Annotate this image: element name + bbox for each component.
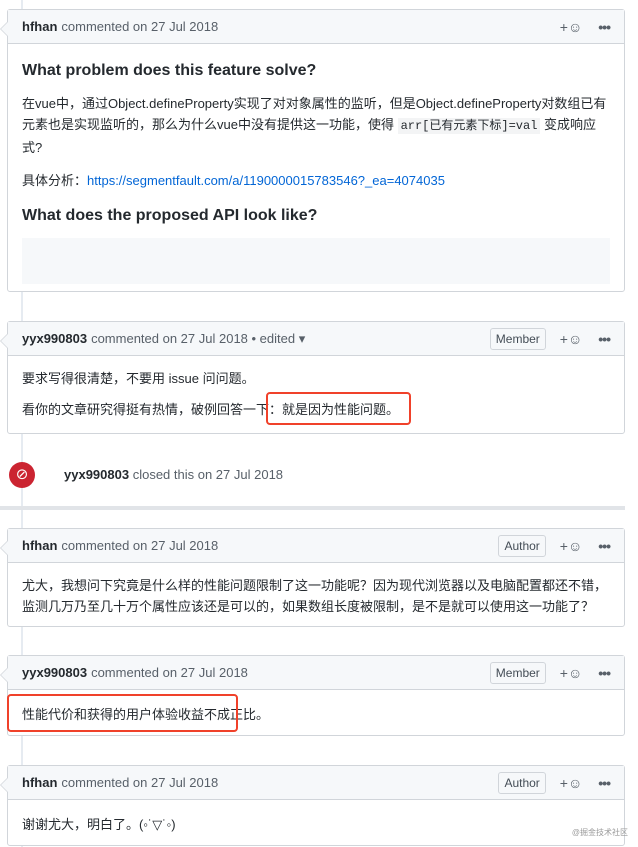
comment-header: hfhan commented on 27 Jul 2018 Author +☺ ••…	[8, 529, 624, 563]
author-badge: Author	[498, 771, 546, 794]
more-options-icon[interactable]: •••	[598, 775, 611, 791]
author-link[interactable]: yyx990803	[22, 665, 87, 680]
more-options-icon[interactable]: •••	[598, 538, 611, 554]
closed-event: yyx990803 closed this on 27 Jul 2018	[64, 467, 284, 482]
closed-icon: ⊘	[9, 462, 35, 488]
author-link[interactable]: yyx990803	[22, 331, 87, 346]
add-reaction-icon[interactable]: +☺	[560, 665, 582, 681]
highlight-box	[7, 694, 238, 732]
more-options-icon[interactable]: •••	[598, 331, 611, 347]
comment-1: hfhan commented on 27 Jul 2018 +☺ ••• What…	[0, 9, 625, 292]
comment-meta[interactable]: commented on 27 Jul 2018 • edited ▾	[91, 331, 305, 347]
empty-code-block	[22, 238, 610, 284]
comment-meta: commented on 27 Jul 2018	[91, 665, 248, 680]
member-badge: Member	[489, 661, 546, 684]
paragraph: 尤大，我想问下究竟是什么样的性能问题限制了这一功能呢？因为现代浏览器以及电脑配置…	[22, 578, 608, 614]
comment-header: yyx990803 commented on 27 Jul 2018 • edit…	[8, 322, 624, 356]
heading: What does the proposed API look like?	[22, 207, 318, 224]
watermark: @掘金技术社区	[571, 828, 628, 837]
comment-header: hfhan commented on 27 Jul 2018 +☺ •••	[8, 10, 624, 44]
actor-link[interactable]: yyx990803	[64, 467, 129, 482]
add-reaction-icon[interactable]: +☺	[560, 775, 582, 791]
paragraph: 在vue中，通过Object.defineProperty实现了对对象属性的监听…	[22, 96, 607, 155]
more-options-icon[interactable]: •••	[598, 665, 611, 681]
inline-code: arr[已有元素下标]=val	[397, 118, 541, 134]
author-link[interactable]: hfhan	[22, 538, 57, 553]
comment-header: hfhan commented on 27 Jul 2018 Author +☺ ••…	[8, 766, 624, 800]
add-reaction-icon[interactable]: +☺	[560, 331, 582, 347]
comment-meta: commented on 27 Jul 2018	[61, 19, 219, 34]
author-badge: Author	[498, 534, 546, 557]
heading: What problem does this feature solve?	[22, 62, 317, 79]
comment-header: yyx990803 commented on 27 Jul 2018 Member…	[8, 656, 624, 690]
paragraph: 谢谢尤大，明白了。(◦˙▽˙◦)	[22, 817, 176, 832]
author-link[interactable]: hfhan	[22, 775, 57, 790]
add-reaction-icon[interactable]: +☺	[560, 19, 582, 35]
member-badge: Member	[489, 327, 546, 350]
comment-meta: commented on 27 Jul 2018	[61, 775, 219, 790]
comment-5: hfhan commented on 27 Jul 2018 Author +☺ ••…	[0, 765, 625, 846]
highlight-box	[266, 392, 411, 425]
add-reaction-icon[interactable]: +☺	[560, 538, 582, 554]
comment-3: hfhan commented on 27 Jul 2018 Author +☺ ••…	[0, 528, 625, 627]
paragraph: 具体分析：https://segmentfault.com/a/11900000…	[22, 173, 445, 188]
timeline-separator	[0, 506, 625, 510]
more-options-icon[interactable]: •••	[598, 19, 611, 35]
comment-meta: commented on 27 Jul 2018	[61, 538, 219, 553]
paragraph: 要求写得很清楚，不要用 issue 问问题。	[22, 371, 255, 386]
article-link[interactable]: https://segmentfault.com/a/1190000015783…	[87, 173, 445, 188]
author-link[interactable]: hfhan	[22, 19, 57, 34]
